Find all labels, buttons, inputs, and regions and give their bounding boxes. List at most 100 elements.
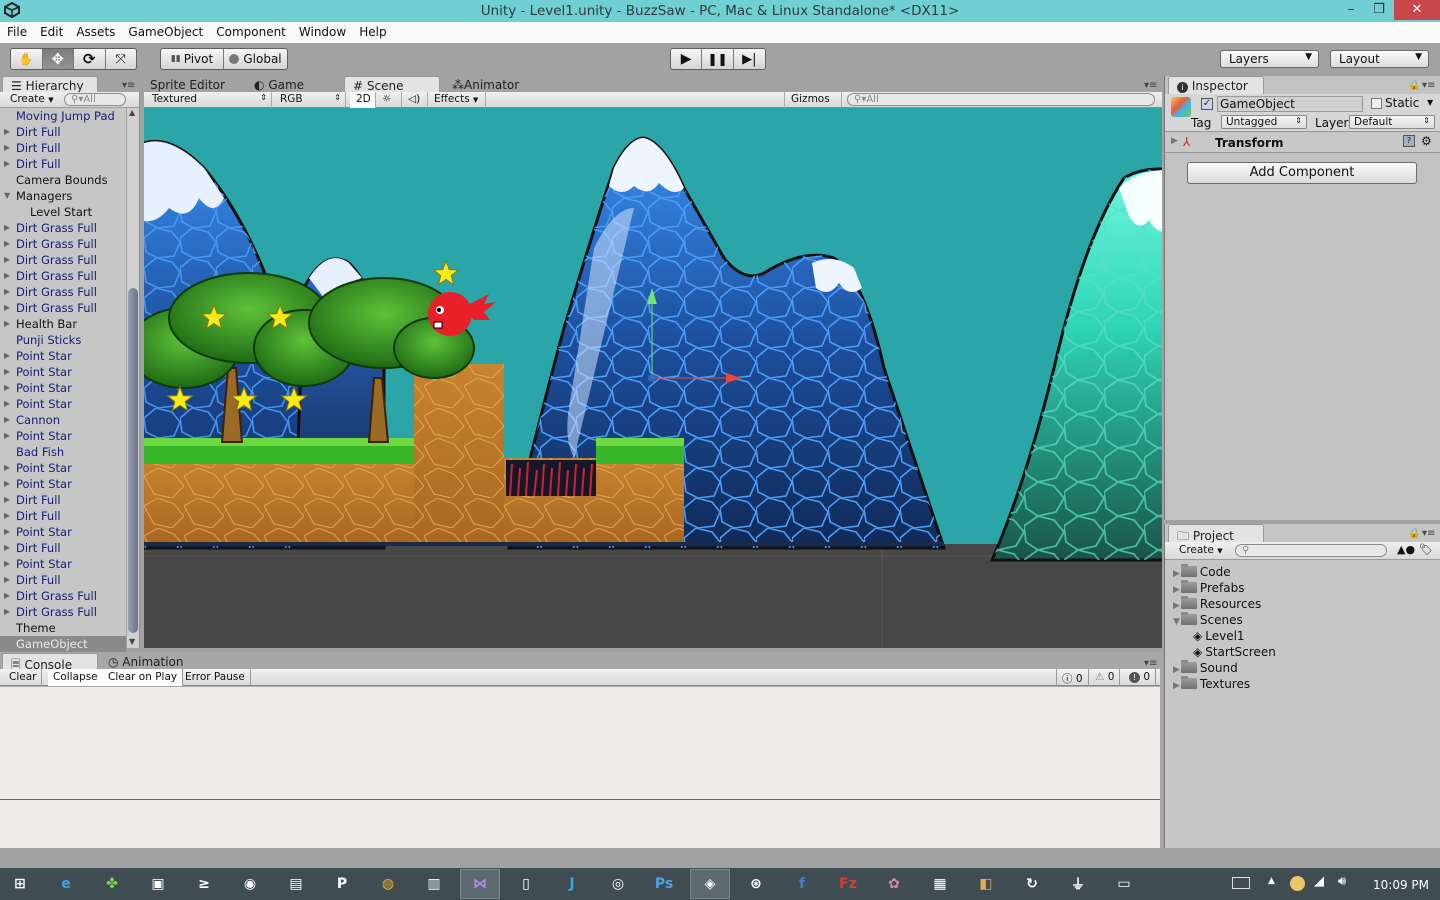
hierarchy-item[interactable]: ▶ Dirt Full — [0, 572, 126, 588]
collapsed-arrow-icon[interactable]: ▶ — [4, 156, 10, 172]
collapsed-arrow-icon[interactable]: ▶ — [4, 476, 10, 492]
hierarchy-item[interactable]: ▶ Dirt Full — [0, 492, 126, 508]
collapse-button[interactable]: Collapse — [48, 669, 104, 686]
collapsed-arrow-icon[interactable]: ▶ — [4, 380, 10, 396]
hierarchy-item[interactable]: Camera Bounds — [0, 172, 126, 188]
taskbar-app-window-icon[interactable]: ▭ — [1112, 872, 1136, 896]
project-search-input[interactable]: ⚲ — [1235, 544, 1387, 557]
scrollbar-thumb[interactable] — [128, 288, 138, 633]
panel-menu-icon[interactable]: ▾≡ — [1422, 528, 1435, 539]
hierarchy-item[interactable]: ▶ Dirt Full — [0, 140, 126, 156]
hierarchy-item[interactable]: ▶ Health Bar — [0, 316, 126, 332]
expanded-arrow-icon[interactable]: ▼ — [4, 188, 10, 204]
warning-filter-toggle[interactable]: ⚠ 0 — [1090, 669, 1121, 686]
hierarchy-search-input[interactable]: ⚲▾All — [64, 93, 126, 106]
menu-file[interactable]: File — [0, 22, 33, 39]
tab-inspector[interactable]: i Inspector — [1168, 76, 1264, 94]
hierarchy-item[interactable]: GameObject — [0, 636, 126, 652]
hierarchy-item[interactable]: ▶ Dirt Grass Full — [0, 268, 126, 284]
scroll-up-icon[interactable]: ▲ — [129, 108, 135, 117]
collapsed-arrow-icon[interactable]: ▶ — [1173, 681, 1180, 691]
taskbar-clock[interactable]: 10:09 PM — [1373, 878, 1429, 892]
collapsed-arrow-icon[interactable]: ▶ — [4, 140, 10, 156]
taskbar-windows-start-icon[interactable]: ⊞ — [8, 872, 32, 896]
clear-button[interactable]: Clear — [4, 669, 43, 686]
audio-toggle[interactable]: ◁) — [402, 92, 428, 108]
collapsed-arrow-icon[interactable]: ▶ — [4, 412, 10, 428]
console-log-area[interactable] — [0, 687, 1160, 848]
scroll-down-icon[interactable]: ▼ — [129, 637, 135, 646]
help-icon[interactable]: ? — [1403, 135, 1415, 147]
hand-tool-button[interactable]: ✋ — [11, 49, 43, 69]
hierarchy-item[interactable]: ▶ Point Star — [0, 556, 126, 572]
hierarchy-item[interactable]: ▶ Dirt Grass Full — [0, 300, 126, 316]
render-mode-dropdown[interactable]: Textured ⇕ — [146, 92, 272, 108]
hierarchy-item[interactable]: ▶ Point Star — [0, 348, 126, 364]
gear-icon[interactable]: ⚙ — [1421, 134, 1432, 148]
collapsed-arrow-icon[interactable]: ▶ — [4, 300, 10, 316]
info-filter-toggle[interactable]: ⓘ 0 — [1056, 669, 1089, 686]
error-pause-button[interactable]: Error Pause — [180, 669, 251, 686]
collapsed-arrow-icon[interactable]: ▶ — [4, 492, 10, 508]
layer-dropdown[interactable]: Default ⇕ — [1349, 115, 1435, 129]
project-folder-item[interactable]: ▶ Textures — [1173, 676, 1250, 692]
project-folder-item[interactable]: ▶ Resources — [1173, 596, 1261, 612]
hierarchy-item[interactable]: ▶ Dirt Grass Full — [0, 236, 126, 252]
hierarchy-item[interactable]: ▶ Point Star — [0, 380, 126, 396]
taskbar-unity-icon[interactable]: ◈ — [690, 869, 730, 899]
gizmos-dropdown[interactable]: Gizmos ▼ — [784, 92, 842, 116]
hierarchy-scrollbar[interactable]: ▲ ▼ — [126, 108, 139, 648]
clear-on-play-button[interactable]: Clear on Play — [103, 669, 184, 686]
hierarchy-create-dropdown[interactable]: Create ▼ — [6, 93, 58, 107]
taskbar-photoshop-icon[interactable]: Ps — [652, 872, 676, 896]
static-checkbox[interactable] — [1371, 98, 1382, 109]
expand-arrow-icon[interactable]: ▶ — [1171, 136, 1178, 146]
filter-by-label-icon[interactable]: 🏷 — [1419, 543, 1433, 556]
static-dropdown[interactable]: ▼ — [1427, 98, 1433, 107]
taskbar-app-circles-icon[interactable]: ⊛ — [744, 872, 768, 896]
collapsed-arrow-icon[interactable]: ▶ — [4, 220, 10, 236]
pivot-toggle[interactable]: ▮▮ Pivot — [161, 49, 225, 69]
move-tool-button[interactable]: ✥ — [42, 49, 74, 69]
hierarchy-item[interactable]: ▶ Point Star — [0, 364, 126, 380]
layout-dropdown[interactable]: Layout ▼ — [1330, 50, 1429, 68]
step-button[interactable]: ▶| — [734, 49, 765, 69]
taskbar-remote-desktop-icon[interactable]: ▣ — [146, 872, 170, 896]
hierarchy-item[interactable]: ▶ Point Star — [0, 524, 126, 540]
scale-tool-button[interactable]: ⤧ — [106, 49, 137, 69]
layers-dropdown[interactable]: Layers ▼ — [1220, 50, 1319, 68]
2d-toggle[interactable]: 2D — [350, 92, 376, 108]
scene-viewport[interactable] — [144, 108, 1162, 648]
taskbar-powershell-icon[interactable]: ≥ — [192, 872, 216, 896]
collapsed-arrow-icon[interactable]: ▶ — [4, 588, 10, 604]
expanded-arrow-icon[interactable]: ▼ — [1173, 617, 1180, 627]
menu-window[interactable]: Window — [292, 22, 352, 39]
filter-by-type-icon[interactable]: ▲● — [1397, 543, 1415, 556]
collapsed-arrow-icon[interactable]: ▶ — [4, 524, 10, 540]
project-folder-item[interactable]: ▶ Prefabs — [1173, 580, 1244, 596]
collapsed-arrow-icon[interactable]: ▶ — [4, 428, 10, 444]
taskbar-filezilla-icon[interactable]: Fz — [836, 872, 860, 896]
collapsed-arrow-icon[interactable]: ▶ — [4, 540, 10, 556]
close-button[interactable]: ✕ — [1394, 0, 1440, 20]
taskbar-steam-icon[interactable]: ◉ — [238, 872, 262, 896]
lighting-toggle[interactable]: ☼ — [376, 92, 402, 108]
taskbar-facebook-icon[interactable]: f — [790, 872, 814, 896]
global-toggle[interactable]: Global — [224, 49, 287, 69]
taskbar-calibre-icon[interactable]: ▥ — [422, 872, 446, 896]
collapsed-arrow-icon[interactable]: ▶ — [4, 284, 10, 300]
hierarchy-item[interactable]: Punji Sticks — [0, 332, 126, 348]
minimize-button[interactable]: – — [1336, 0, 1366, 20]
hierarchy-item[interactable]: ▶ Dirt Full — [0, 508, 126, 524]
volume-icon[interactable]: 🔊︎ — [1338, 874, 1346, 889]
menu-gameobject[interactable]: GameObject — [121, 22, 209, 39]
hierarchy-item[interactable]: ▶ Dirt Full — [0, 156, 126, 172]
network-icon[interactable]: ◢ — [1314, 874, 1324, 889]
hierarchy-item[interactable]: Level Start — [0, 204, 126, 220]
object-name-field[interactable]: GameObject — [1217, 96, 1363, 112]
scene-search-input[interactable]: ⚲▾All — [847, 93, 1155, 106]
hierarchy-item[interactable]: ▶ Dirt Grass Full — [0, 588, 126, 604]
collapsed-arrow-icon[interactable]: ▶ — [1173, 585, 1180, 595]
menu-help[interactable]: Help — [352, 22, 392, 39]
transform-component-header[interactable]: ▶ ⅄ Transform ? ⚙ — [1165, 133, 1440, 153]
